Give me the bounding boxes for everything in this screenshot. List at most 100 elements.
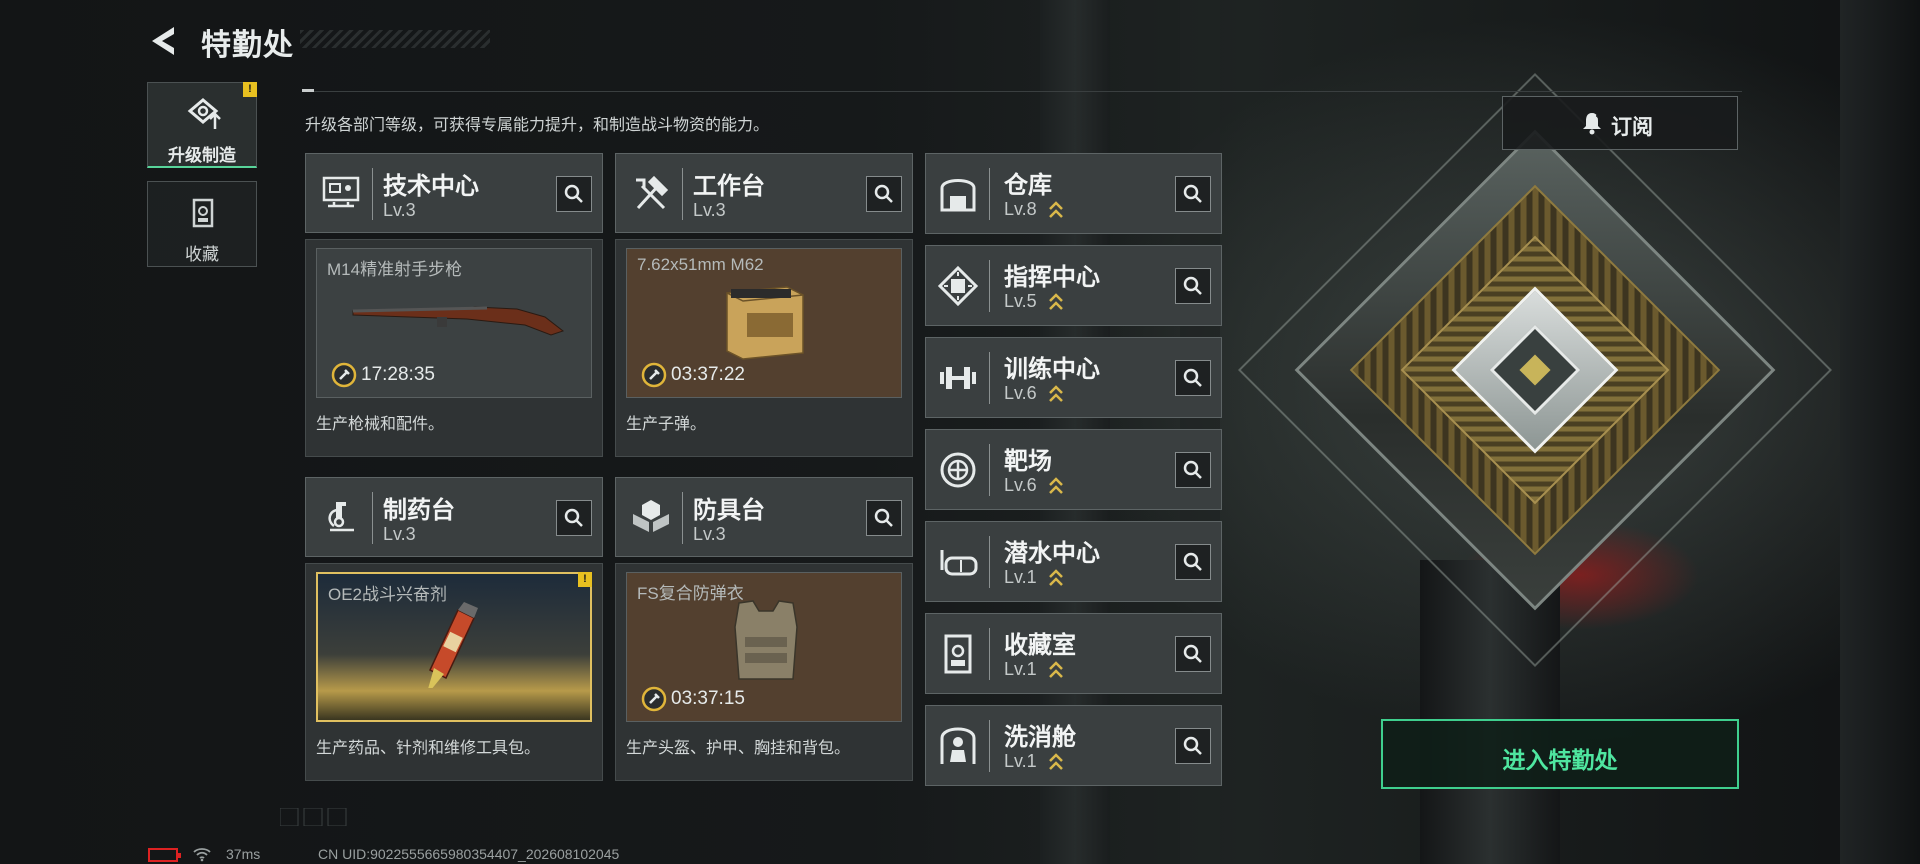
card-description: 生产药品、针剂和维修工具包。 (316, 740, 541, 757)
department-name: 靶场 (1004, 448, 1052, 475)
search-icon (564, 184, 583, 203)
search-button[interactable] (1175, 268, 1211, 304)
search-icon (1183, 368, 1202, 387)
card-title: 制药台 (383, 497, 455, 524)
wrench-timer-icon (331, 362, 357, 388)
card-level: Lv.3 (693, 200, 726, 220)
search-button[interactable] (556, 500, 592, 536)
search-button[interactable] (1175, 544, 1211, 580)
alert-badge: ! (578, 572, 592, 587)
search-button[interactable] (1175, 360, 1211, 396)
card-description: 生产头盔、护甲、胸挂和背包。 (626, 740, 851, 757)
status-bar: 37ms CN UID:9022555665980354407_20260810… (148, 846, 848, 864)
department-level: Lv.1 (1004, 659, 1037, 679)
card-description: 生产枪械和配件。 (316, 416, 445, 433)
card-header[interactable]: 防具台 Lv.3 (615, 477, 913, 557)
card-title: 防具台 (693, 497, 765, 524)
warehouse-icon (940, 179, 976, 212)
alert-badge: ! (243, 82, 257, 97)
page-subtitle: 升级各部门等级，可获得专属能力提升，和制造战斗物资的能力。 (305, 117, 770, 134)
department-name: 潜水中心 (1004, 540, 1100, 567)
department-name: 洗消舱 (1004, 724, 1076, 751)
divider-mark (302, 89, 314, 92)
card-header[interactable]: 技术中心 Lv.3 (305, 153, 603, 233)
upgrade-available-icon (1049, 293, 1063, 310)
battery-icon (148, 848, 181, 862)
upgrade-available-icon (1049, 661, 1063, 678)
department-level: Lv.5 (1004, 291, 1037, 311)
department-item-training-center[interactable]: 训练中心 Lv.6 (925, 337, 1222, 418)
search-icon (1183, 276, 1202, 295)
search-icon (1183, 644, 1202, 663)
back-arrow-icon[interactable] (146, 24, 180, 58)
product-name: 7.62x51mm M62 (637, 255, 764, 274)
product-slot[interactable]: M14精准射手步枪 17:28:35 (316, 248, 592, 398)
card-level: Lv.3 (693, 524, 726, 544)
card-header[interactable]: 制药台 Lv.3 (305, 477, 603, 557)
department-name: 收藏室 (1004, 632, 1076, 659)
timer-text: 17:28:35 (361, 364, 435, 385)
wifi-icon (193, 848, 211, 862)
search-button[interactable] (866, 176, 902, 212)
card-title: 技术中心 (383, 173, 479, 200)
production-panel[interactable]: FS复合防弹衣 03:37:15 生产头盔、护甲、胸挂和背包。 (615, 563, 913, 781)
wrench-timer-icon (641, 686, 667, 712)
command-center-icon (937, 265, 979, 307)
department-level: Lv.1 (1004, 567, 1037, 587)
product-slot[interactable]: OE2战斗兴奋剂 ! (316, 572, 592, 722)
rifle-image (352, 306, 565, 336)
production-panel[interactable]: M14精准射手步枪 17:28:35 生产枪械和配件。 (305, 239, 603, 457)
product-slot[interactable]: FS复合防弹衣 03:37:15 (626, 572, 902, 722)
production-panel[interactable]: OE2战斗兴奋剂 ! 生产药品、针剂和维修工具包。 (305, 563, 603, 781)
pagination-decoration (280, 808, 347, 826)
uid-text: CN UID:9022555665980354407_202608102045 (318, 846, 620, 862)
nav-tab-upgrade[interactable]: 升级制造 ! (147, 82, 257, 168)
background-pillar (1840, 0, 1920, 864)
department-item-collection-room[interactable]: 收藏室 Lv.1 (925, 613, 1222, 694)
collection-icon (192, 198, 214, 228)
microscope-icon (328, 502, 354, 532)
wrench-timer-icon (641, 362, 667, 388)
nav-tab-collection[interactable]: 收藏 (147, 181, 257, 267)
department-name: 指挥中心 (1004, 264, 1100, 291)
upgrade-available-icon (1049, 201, 1063, 218)
product-slot[interactable]: 7.62x51mm M62 03:37:22 (626, 248, 902, 398)
card-title: 工作台 (693, 173, 765, 200)
search-button[interactable] (556, 176, 592, 212)
search-button[interactable] (1175, 452, 1211, 488)
search-button[interactable] (866, 500, 902, 536)
search-icon (874, 184, 893, 203)
department-item-shooting-range[interactable]: 靶场 Lv.6 (925, 429, 1222, 510)
search-button[interactable] (1175, 176, 1211, 212)
stimulant-injector-image (428, 602, 478, 688)
department-level: Lv.6 (1004, 383, 1037, 403)
search-icon (1183, 552, 1202, 571)
card-level: Lv.3 (383, 524, 416, 544)
subscribe-button[interactable]: 订阅 (1502, 96, 1738, 150)
enter-special-ops-button[interactable]: 进入特勤处 (1381, 719, 1739, 789)
search-icon (1183, 460, 1202, 479)
department-level: Lv.1 (1004, 751, 1037, 771)
search-button[interactable] (1175, 636, 1211, 672)
department-level: Lv.6 (1004, 475, 1037, 495)
department-item-decontamination[interactable]: 洗消舱 Lv.1 (925, 705, 1222, 786)
upgrade-available-icon (1049, 477, 1063, 494)
nav-tab-collection-label: 收藏 (185, 245, 219, 264)
ping-text: 37ms (226, 846, 261, 862)
card-header[interactable]: 工作台 Lv.3 (615, 153, 913, 233)
collection-room-icon (944, 634, 972, 674)
department-item-command-center[interactable]: 指挥中心 Lv.5 (925, 245, 1222, 326)
ammo-box-image (726, 286, 804, 360)
department-item-warehouse[interactable]: 仓库 Lv.8 (925, 153, 1222, 234)
dumbbell-icon (940, 367, 976, 389)
body-armor-image (734, 600, 798, 680)
search-button[interactable] (1175, 728, 1211, 764)
page-title: 特勤处 (201, 29, 294, 62)
upgrade-available-icon (1049, 569, 1063, 586)
production-panel[interactable]: 7.62x51mm M62 03:37:22 生产子弹。 (615, 239, 913, 457)
timer-text: 03:37:15 (671, 688, 745, 709)
department-item-diving-center[interactable]: 潜水中心 Lv.1 (925, 521, 1222, 602)
department-name: 训练中心 (1004, 356, 1100, 383)
upgrade-available-icon (1049, 385, 1063, 402)
upgrade-icon (187, 98, 221, 129)
